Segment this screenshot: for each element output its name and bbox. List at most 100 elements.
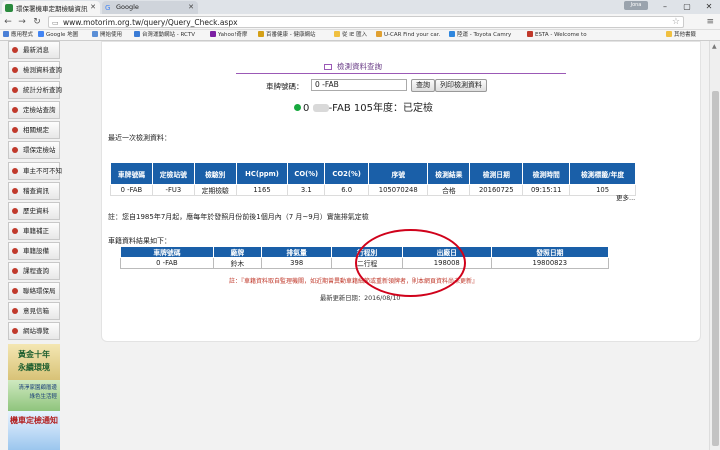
bookmark-item[interactable]: Google 地圖 xyxy=(38,31,78,40)
sidebar-item[interactable]: 統計分析查詢 xyxy=(8,81,62,100)
table-cell: 3.1 xyxy=(287,184,326,196)
bullet-icon xyxy=(12,308,18,315)
tab-motorim[interactable]: 環保署機車定期檢驗資訊 ✕ xyxy=(2,1,100,14)
bullet-icon xyxy=(12,247,18,254)
main-panel: 檢測資料查詢 車牌號碼： 0 -FAB 查詢 列印檢測資料 0 -FAB 105… xyxy=(101,41,701,342)
bookmark-item[interactable]: U-CAR Find your car. xyxy=(376,31,440,40)
tab-bar: 環保署機車定期檢驗資訊 ✕ G Google ✕ Jona – ▢ ✕ xyxy=(0,0,720,14)
page-scrollbar[interactable]: ▲ xyxy=(709,41,720,450)
banner-golden-decade[interactable]: 黃金十年 永續環境 xyxy=(8,344,60,380)
bookmark-other[interactable]: 其他書籤 xyxy=(666,31,696,40)
bullet-icon xyxy=(12,187,18,194)
sidebar-item-label: 定檢站查詢 xyxy=(23,106,56,115)
sidebar-item-label: 網站導覽 xyxy=(23,327,49,336)
bullet-icon xyxy=(12,67,18,74)
print-inspection-button[interactable]: 列印檢測資料 xyxy=(435,79,487,92)
sidebar-item[interactable]: 環保定檢站 xyxy=(8,141,60,160)
minimize-icon[interactable]: – xyxy=(654,0,676,14)
table-cell: 合格 xyxy=(427,184,471,196)
bookmark-apps[interactable]: 應用程式 xyxy=(3,31,33,40)
sidebar-item-label: 檢測資料查詢 xyxy=(23,66,62,75)
url-field[interactable]: ▭ www.motorim.org.tw/query/Query_Check.a… xyxy=(48,16,684,28)
table-cell: 定期檢驗 xyxy=(193,184,237,196)
banner-clean-home[interactable]: 清淨家園顧厝邊 綠色生活輕 xyxy=(8,380,60,411)
scroll-up-icon[interactable]: ▲ xyxy=(712,43,717,50)
sidebar-item[interactable]: 課程查詢 xyxy=(8,262,60,281)
status-ok-icon xyxy=(294,104,301,111)
banner-inspection-notice[interactable]: 機車定檢通知 xyxy=(8,411,60,450)
sidebar-item[interactable]: 意見信箱 xyxy=(8,302,60,321)
sidebar-item[interactable]: 車主不可不知 xyxy=(8,161,62,180)
sidebar-item[interactable]: 車籍設備 xyxy=(8,241,60,260)
sidebar-item-label: 車籍補正 xyxy=(23,226,49,235)
sidebar-item[interactable]: 車籍補正 xyxy=(8,221,60,240)
bookmark-item[interactable]: Yahoo!奇摩 xyxy=(210,31,247,40)
bookmark-item[interactable]: 開始使用 xyxy=(92,31,122,40)
query-button[interactable]: 查詢 xyxy=(411,79,435,92)
scrollbar-thumb[interactable] xyxy=(712,91,719,446)
column-header: CO2(%) xyxy=(324,162,370,185)
bookmark-item[interactable]: 台灣運動網站 - RCTV xyxy=(134,31,195,40)
column-header: 定檢站號 xyxy=(151,162,195,185)
address-bar-row: ← → ↻ ▭ www.motorim.org.tw/query/Query_C… xyxy=(0,14,720,30)
column-header: 排氣量 xyxy=(260,246,333,258)
bookmark-item[interactable]: ESTA - Welcome to xyxy=(527,31,587,40)
bullet-icon xyxy=(12,87,18,94)
bullet-icon xyxy=(12,268,18,275)
yahoo-icon xyxy=(210,31,216,37)
sidebar-item[interactable]: 歷史資料 xyxy=(8,201,60,220)
table-cell: 0 -FAB xyxy=(110,184,153,196)
sidebar-item-label: 環保定檢站 xyxy=(23,146,56,155)
esta-icon xyxy=(527,31,533,37)
bookmark-item[interactable]: 從 IE 匯入 xyxy=(334,31,367,40)
search-card-icon xyxy=(324,64,332,70)
plate-number-input[interactable]: 0 -FAB xyxy=(311,79,407,91)
forward-icon[interactable]: → xyxy=(16,15,28,29)
table-cell: -FU3 xyxy=(151,184,195,196)
sidebar-item-label: 課程查詢 xyxy=(23,267,49,276)
column-header: 檢測標籤/年度 xyxy=(569,162,636,185)
close-tab-icon[interactable]: ✕ xyxy=(188,3,194,11)
tab-title: 環保署機車定期檢驗資訊 xyxy=(16,5,88,13)
column-header: 檢測時間 xyxy=(522,162,571,185)
sidebar-item[interactable]: 定檢站查詢 xyxy=(8,101,60,120)
table-cell: 398 xyxy=(260,257,333,269)
sidebar-item[interactable]: 聯絡環保局 xyxy=(8,282,60,301)
page-content: 最新消息檢測資料查詢統計分析查詢定檢站查詢相關規定環保定檢站車主不可不知 稽查資訊… xyxy=(0,41,709,450)
sidebar-item[interactable]: 網站導覽 xyxy=(8,322,60,341)
more-link[interactable]: 更多... xyxy=(616,192,635,202)
sidebar-item-label: 聯絡環保局 xyxy=(23,287,56,296)
bookmark-item[interactable]: 百番健康 - 健康網站 xyxy=(258,31,315,40)
close-window-icon[interactable]: ✕ xyxy=(698,0,720,14)
inspection-status: 0 -FAB 105年度：已定檢 xyxy=(294,99,433,114)
column-header: 檢驗別 xyxy=(193,162,237,185)
toyota-icon xyxy=(449,31,455,37)
sidebar-item-label: 車主不可不知 xyxy=(23,166,62,175)
bookmark-item[interactable]: 陸運 - Toyota Camry xyxy=(449,31,511,40)
close-tab-icon[interactable]: ✕ xyxy=(90,3,96,11)
column-header: CO(%) xyxy=(287,162,326,185)
bookmark-star-icon[interactable]: ☆ xyxy=(672,17,680,28)
table-cell: 105070248 xyxy=(368,184,429,196)
sidebar-item[interactable]: 檢測資料查詢 xyxy=(8,61,62,80)
folder-icon xyxy=(334,31,340,37)
registration-label: 車籍資料結果如下： xyxy=(108,237,171,245)
sidebar-item-label: 稽查資訊 xyxy=(23,186,49,195)
sidebar-item[interactable]: 相關規定 xyxy=(8,121,60,140)
google-favicon-icon: G xyxy=(105,4,111,12)
maximize-icon[interactable]: ▢ xyxy=(676,0,698,14)
tab-google[interactable]: G Google ✕ xyxy=(102,1,198,14)
table-cell: 0 -FAB xyxy=(120,257,214,269)
page-icon: ▭ xyxy=(52,19,59,27)
reload-icon[interactable]: ↻ xyxy=(31,15,43,29)
window-controls: – ▢ ✕ xyxy=(654,0,720,14)
sidebar-item[interactable]: 最新消息 xyxy=(8,41,60,59)
bullet-icon xyxy=(12,127,18,134)
column-header: 廠牌 xyxy=(212,246,262,258)
sidebar-menu: 最新消息檢測資料查詢統計分析查詢定檢站查詢相關規定環保定檢站車主不可不知 稽查資訊… xyxy=(8,41,62,342)
menu-icon[interactable]: ≡ xyxy=(706,17,714,27)
back-icon[interactable]: ← xyxy=(2,15,14,29)
sidebar-item[interactable]: 稽查資訊 xyxy=(8,181,60,200)
user-profile-badge[interactable]: Jona xyxy=(624,1,648,10)
sidebar-item-label: 歷史資料 xyxy=(23,206,49,215)
